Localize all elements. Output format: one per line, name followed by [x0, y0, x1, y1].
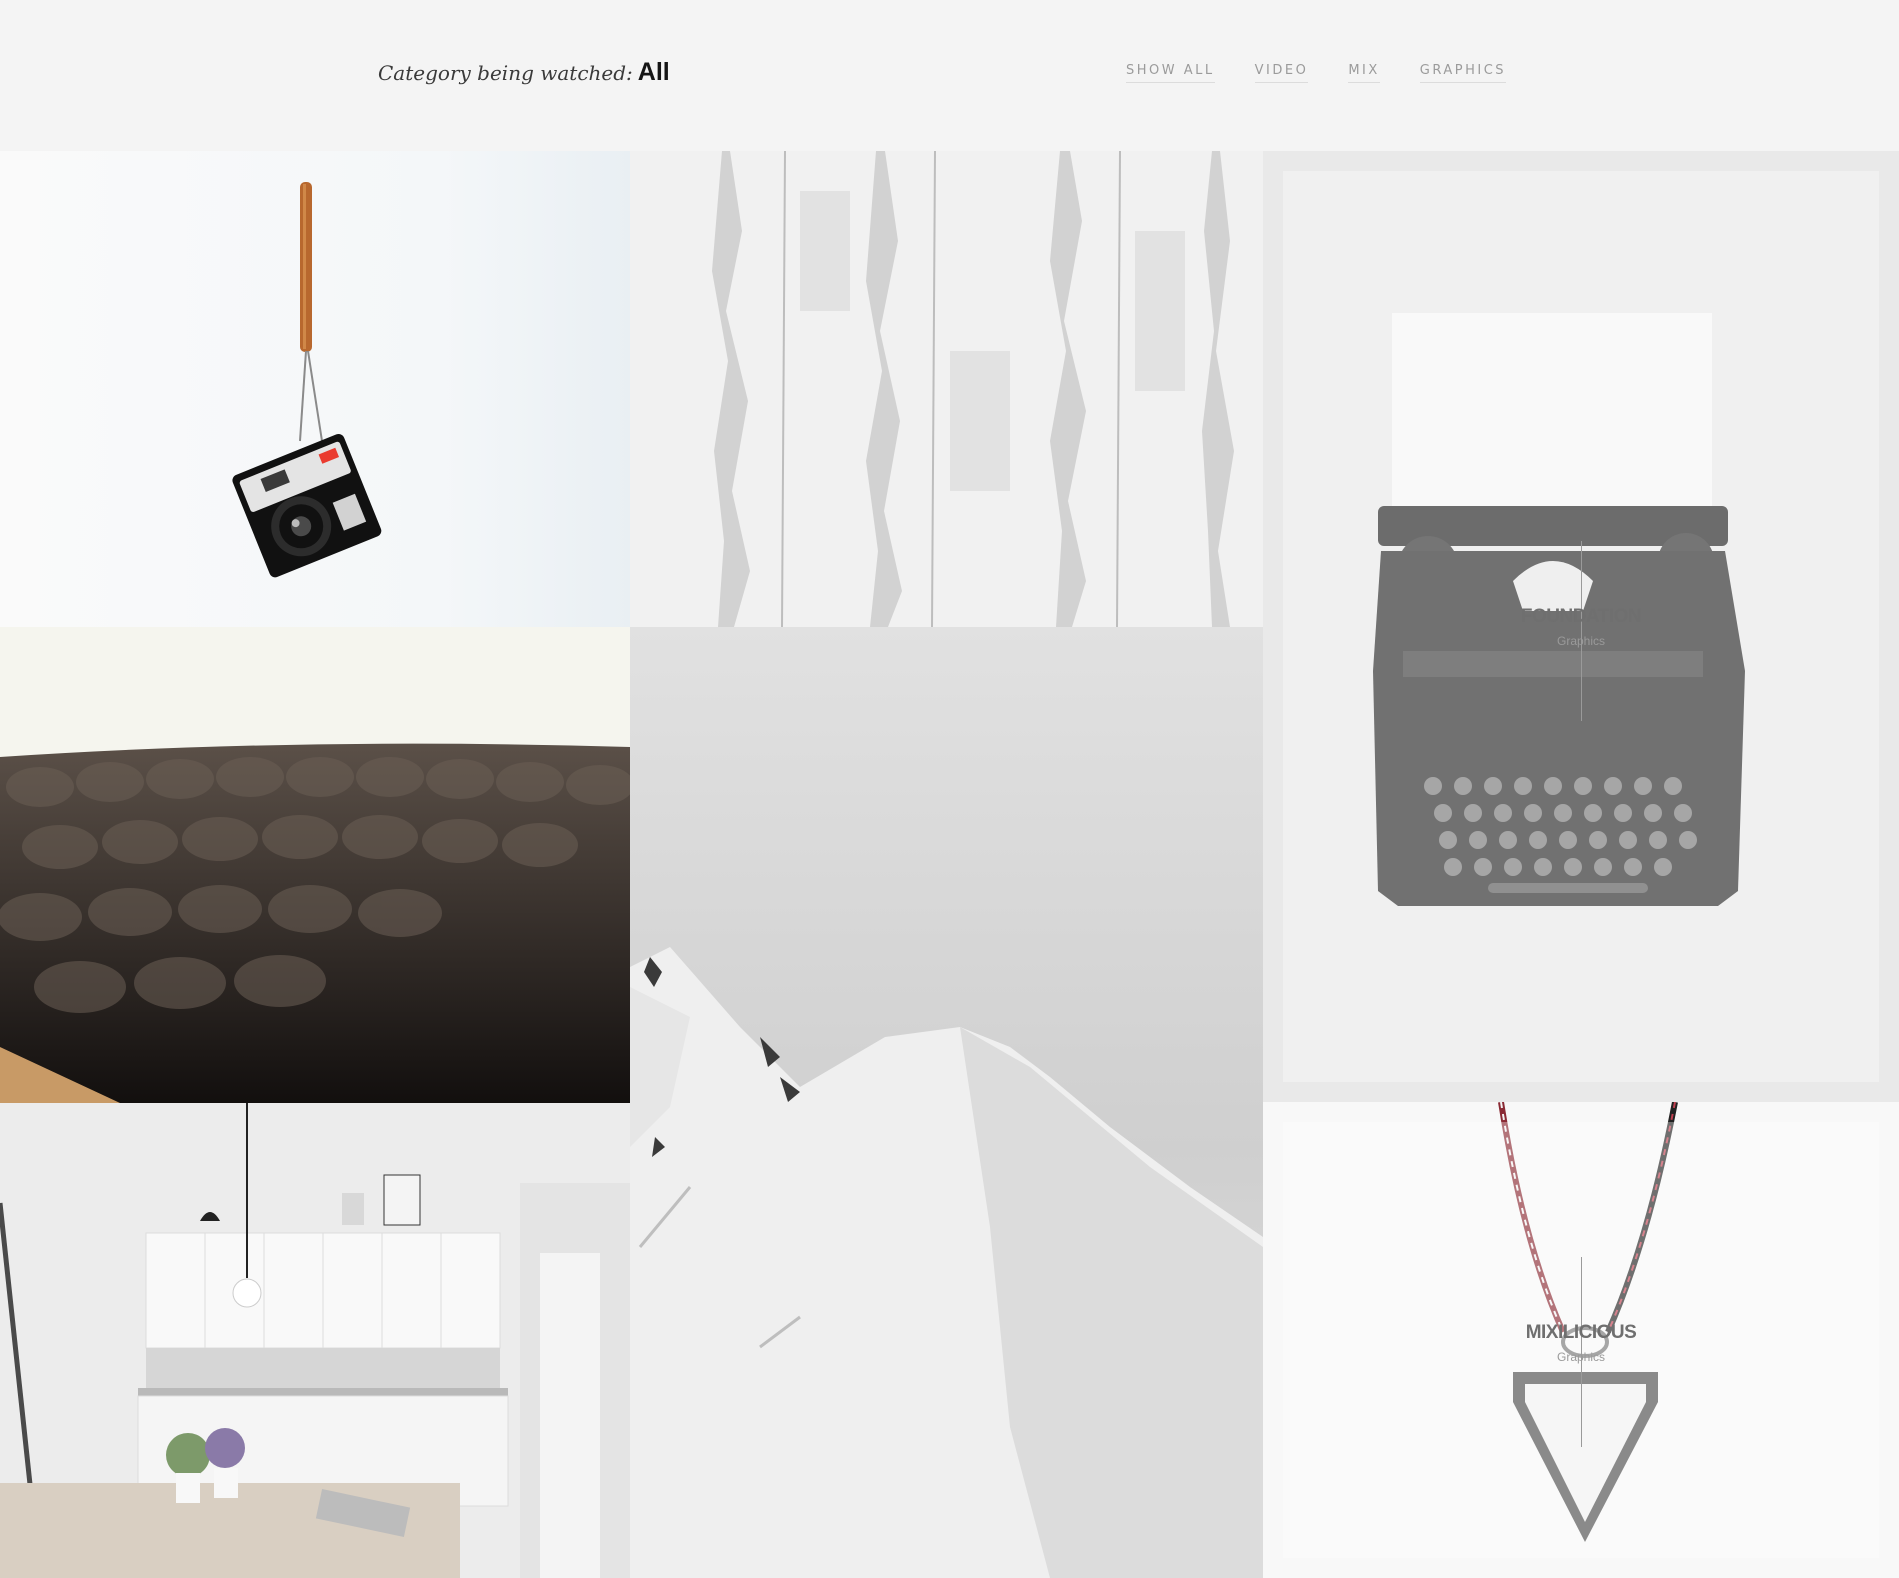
- portfolio-item-necklace[interactable]: MIXILICIOUS Graphics: [1263, 1102, 1899, 1578]
- category-value: All: [637, 58, 670, 86]
- portfolio-item-typewriter[interactable]: FOUNDATION Graphics: [1263, 151, 1899, 1102]
- filter-video[interactable]: VIDEO: [1254, 63, 1309, 83]
- category-label: Category being watched:: [378, 61, 633, 85]
- wood-texture-image: [630, 151, 1263, 627]
- portfolio-item-mountain[interactable]: [630, 627, 1263, 1578]
- portfolio-item-title: FOUNDATION: [1520, 606, 1642, 627]
- portfolio-caption: FOUNDATION Graphics: [1263, 606, 1899, 648]
- portfolio-caption: MIXILICIOUS Graphics: [1263, 1322, 1899, 1364]
- filter-nav: SHOW ALL VIDEO MIX GRAPHICS: [1126, 63, 1507, 83]
- portfolio-item-kitchen[interactable]: [0, 1103, 630, 1578]
- sofa-image: [0, 627, 630, 1103]
- portfolio-item-title: MIXILICIOUS: [1525, 1322, 1637, 1343]
- portfolio-item-category: Graphics: [1556, 634, 1606, 648]
- portfolio-item-sofa[interactable]: [0, 627, 630, 1103]
- portfolio-header: Category being watched: All SHOW ALL VIDE…: [0, 0, 1899, 151]
- portfolio-item-category: Graphics: [1556, 1350, 1606, 1364]
- filter-graphics[interactable]: GRAPHICS: [1419, 63, 1507, 83]
- mountain-image: [630, 947, 1263, 1578]
- filter-show-all[interactable]: SHOW ALL: [1126, 63, 1215, 83]
- category-indicator: Category being watched: All: [378, 58, 670, 87]
- portfolio-item-camera[interactable]: [0, 151, 630, 627]
- camera-image: [232, 182, 382, 578]
- portfolio-item-wood-texture[interactable]: [630, 151, 1263, 627]
- filter-mix[interactable]: MIX: [1348, 63, 1380, 83]
- kitchen-image: [0, 1103, 630, 1578]
